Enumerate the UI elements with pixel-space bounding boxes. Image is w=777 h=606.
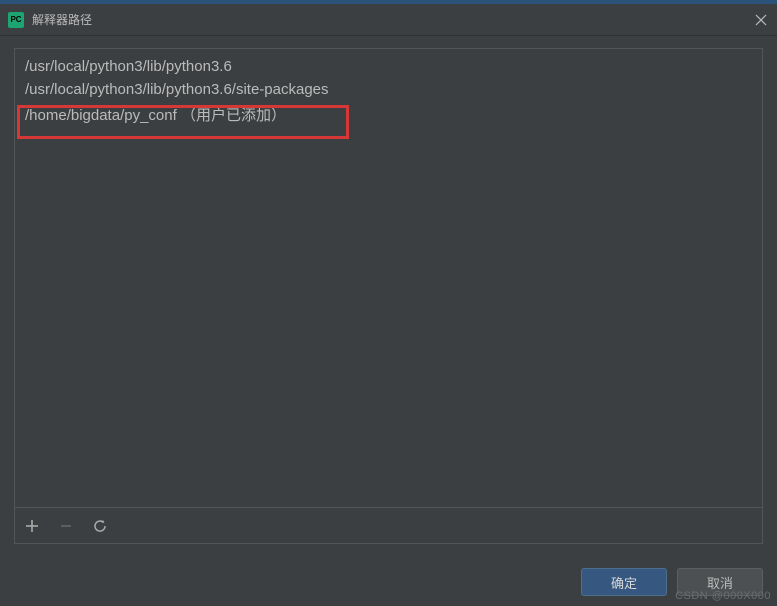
interpreter-paths-list[interactable]: /usr/local/python3/lib/python3.6 /usr/lo… [14,48,763,508]
list-item[interactable]: /usr/local/python3/lib/python3.6/site-pa… [15,78,762,101]
add-icon[interactable] [23,517,41,535]
window-title: 解释器路径 [32,11,753,28]
titlebar: 解释器路径 [0,4,777,36]
list-item[interactable]: /usr/local/python3/lib/python3.6 [15,55,762,78]
watermark-text: CSDN @000X000 [675,590,771,602]
remove-icon [57,517,75,535]
refresh-icon[interactable] [91,517,109,535]
pycharm-icon [8,12,24,28]
content-area: /usr/local/python3/lib/python3.6 /usr/lo… [0,36,777,544]
list-item[interactable]: /home/bigdata/py_conf （用户已添加） [15,101,762,128]
close-icon[interactable] [753,12,769,28]
list-toolbar [14,508,763,544]
ok-button[interactable]: 确定 [581,568,667,596]
